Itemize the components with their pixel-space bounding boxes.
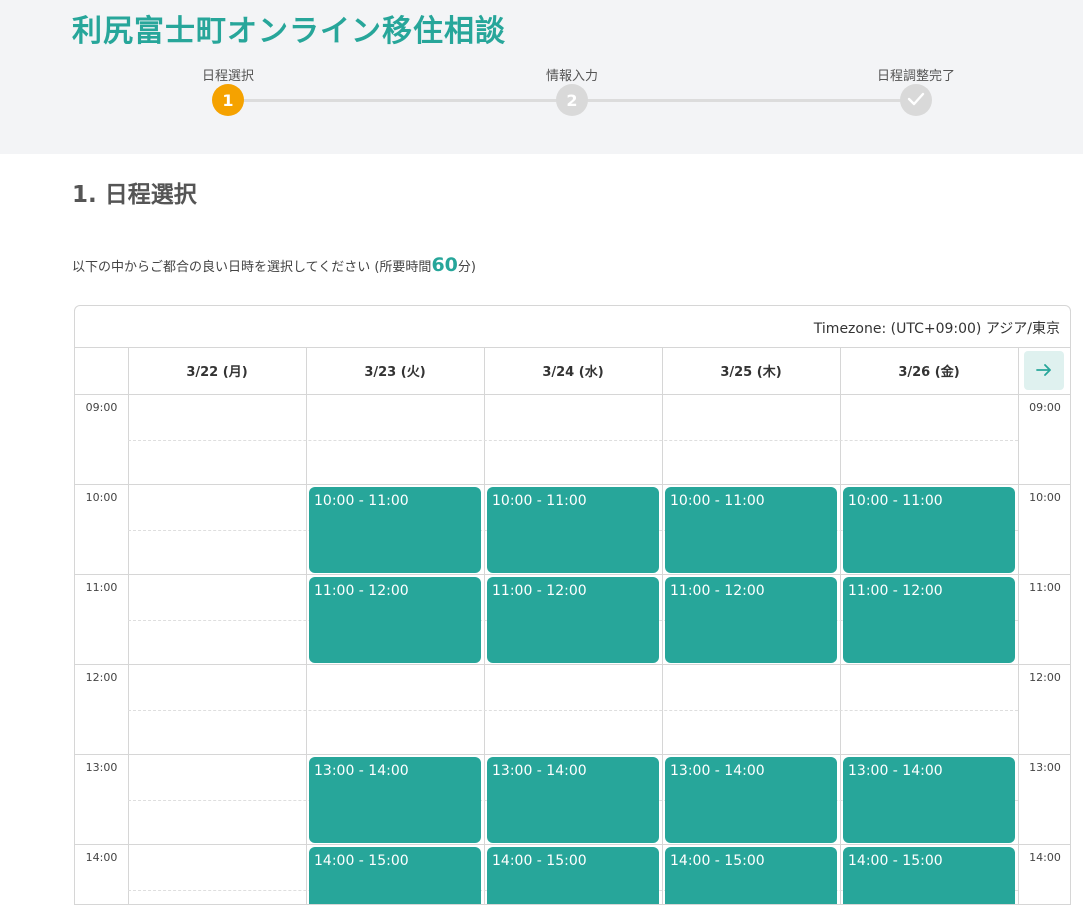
column-divider — [1018, 347, 1019, 904]
hour-divider — [75, 664, 1070, 665]
check-icon — [907, 91, 925, 110]
time-label-right: 13:00 — [1029, 761, 1061, 774]
time-label-left: 11:00 — [85, 581, 118, 594]
time-slot-button[interactable]: 10:00 - 11:00 — [665, 487, 837, 573]
step-label-complete: 日程調整完了 — [876, 69, 956, 84]
hour-divider — [75, 484, 1070, 485]
step-label-schedule: 日程選択 — [201, 69, 255, 84]
duration-value: 60 — [431, 254, 458, 276]
time-label-left: 12:00 — [85, 671, 118, 684]
instruction-text: 以下の中からご都合の良い日時を選択してください (所要時間60分) — [72, 254, 476, 276]
half-hour-divider — [128, 440, 1018, 441]
time-slot-button[interactable]: 10:00 - 11:00 — [309, 487, 481, 573]
time-slot-button[interactable]: 13:00 - 14:00 — [665, 757, 837, 843]
step-label-info: 情報入力 — [545, 69, 599, 84]
time-slot-button[interactable]: 13:00 - 14:00 — [309, 757, 481, 843]
time-label-left: 09:00 — [85, 401, 118, 414]
time-label-right: 14:00 — [1029, 851, 1061, 864]
column-divider — [840, 347, 841, 904]
progress-stepper: 日程選択 1 情報入力 2 日程調整完了 — [0, 0, 1083, 154]
time-label-right: 12:00 — [1029, 671, 1061, 684]
step-connector — [572, 99, 916, 102]
time-label-left: 10:00 — [85, 491, 118, 504]
step-connector — [228, 99, 572, 102]
time-slot-button[interactable]: 11:00 - 12:00 — [309, 577, 481, 663]
column-divider — [662, 347, 663, 904]
time-label-right: 09:00 — [1029, 401, 1061, 414]
schedule-calendar: Timezone: (UTC+09:00) アジア/東京 3/22 (月) 3/2… — [74, 305, 1071, 905]
time-slot-button[interactable]: 10:00 - 11:00 — [487, 487, 659, 573]
time-slot-button[interactable]: 14:00 - 15:00 — [487, 847, 659, 904]
time-label-left: 13:00 — [85, 761, 118, 774]
arrow-right-icon — [1036, 361, 1052, 381]
time-slot-button[interactable]: 14:00 - 15:00 — [309, 847, 481, 904]
column-divider — [128, 347, 129, 904]
time-slot-button[interactable]: 11:00 - 12:00 — [487, 577, 659, 663]
day-header: 3/22 (月) — [186, 365, 248, 380]
header-bottom-border — [75, 394, 1070, 395]
time-slot-button[interactable]: 13:00 - 14:00 — [843, 757, 1015, 843]
time-slot-button[interactable]: 14:00 - 15:00 — [665, 847, 837, 904]
day-header: 3/23 (火) — [364, 365, 426, 380]
day-header: 3/24 (水) — [542, 365, 604, 380]
column-divider — [306, 347, 307, 904]
step-marker-info: 2 — [556, 84, 588, 116]
section-title: 1. 日程選択 — [72, 182, 197, 208]
time-label-right: 10:00 — [1029, 491, 1061, 504]
hour-divider — [75, 574, 1070, 575]
step-marker-complete — [900, 84, 932, 116]
time-label-left: 14:00 — [85, 851, 118, 864]
instruction-prefix: 以下の中からご都合の良い日時を選択してください (所要時間 — [72, 260, 432, 275]
hour-divider — [75, 754, 1070, 755]
time-slot-button[interactable]: 13:00 - 14:00 — [487, 757, 659, 843]
time-label-right: 11:00 — [1029, 581, 1061, 594]
step-marker-schedule: 1 — [212, 84, 244, 116]
hour-divider — [75, 844, 1070, 845]
half-hour-divider — [128, 710, 1018, 711]
time-slot-button[interactable]: 11:00 - 12:00 — [843, 577, 1015, 663]
column-divider — [484, 347, 485, 904]
next-week-button[interactable] — [1024, 351, 1064, 390]
timezone-label: Timezone: (UTC+09:00) アジア/東京 — [813, 321, 1060, 337]
time-slot-button[interactable]: 14:00 - 15:00 — [843, 847, 1015, 904]
day-header: 3/25 (木) — [720, 365, 782, 380]
day-header: 3/26 (金) — [898, 365, 960, 380]
instruction-suffix: 分) — [457, 260, 476, 275]
time-slot-button[interactable]: 10:00 - 11:00 — [843, 487, 1015, 573]
time-slot-button[interactable]: 11:00 - 12:00 — [665, 577, 837, 663]
